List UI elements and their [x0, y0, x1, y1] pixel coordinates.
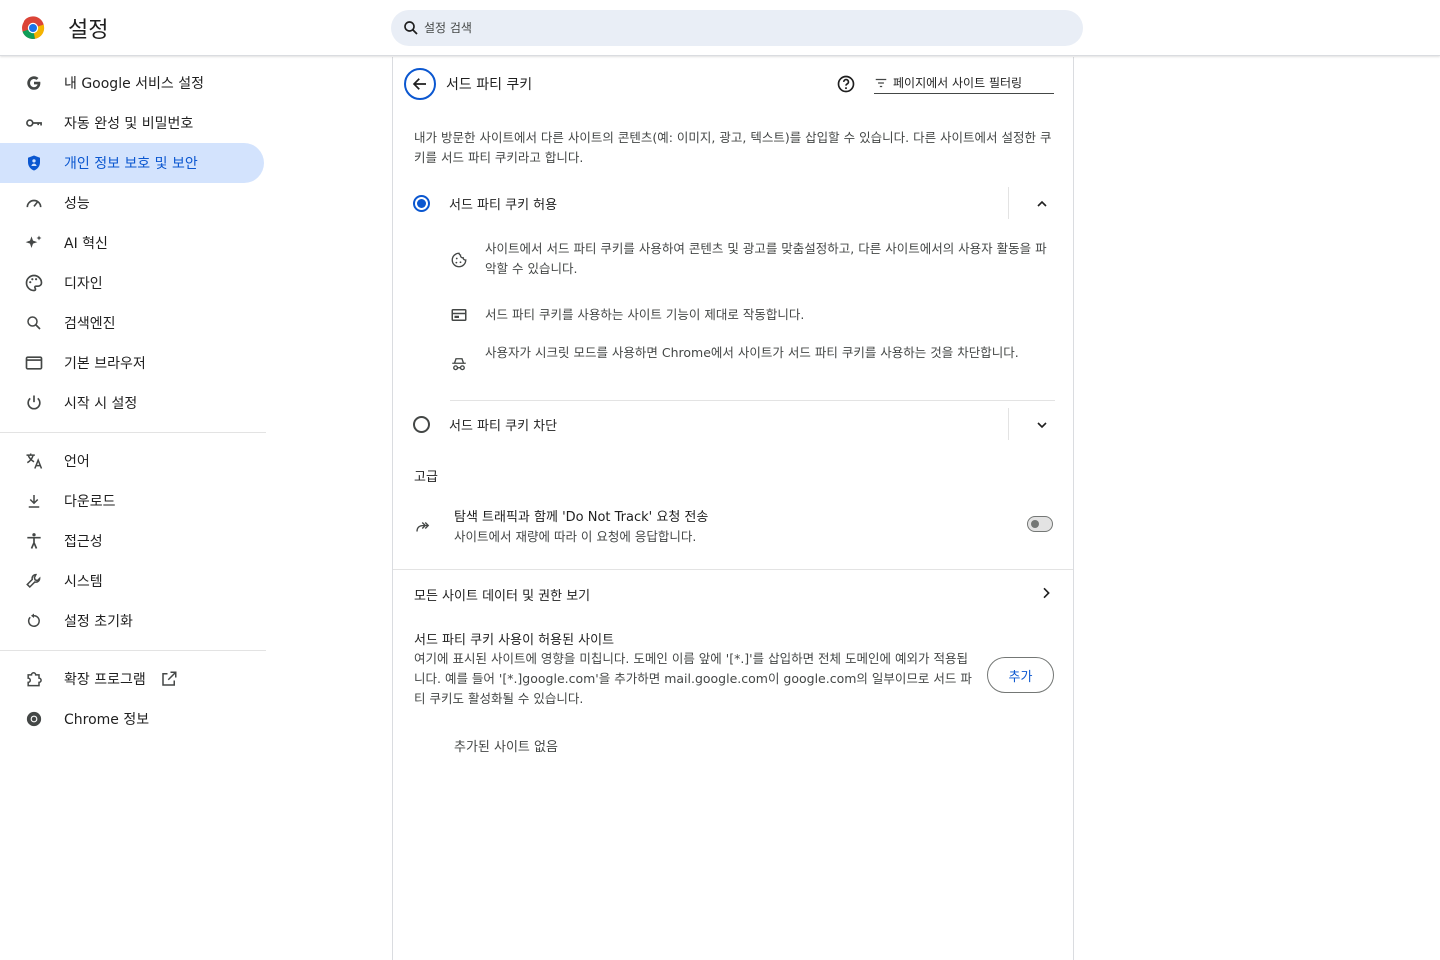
detail-text: 서드 파티 쿠키를 사용하는 사이트 기능이 제대로 작동합니다.	[485, 307, 805, 322]
sidebar-item-label: 검색엔진	[64, 316, 116, 332]
radio-block[interactable]	[413, 415, 430, 433]
detail-text: 사용자가 시크릿 모드를 사용하면 Chrome에서 사이트가 서드 파티 쿠키…	[485, 345, 1019, 360]
radio-allow[interactable]	[413, 194, 430, 212]
sidebar-item-label: 언어	[64, 454, 90, 470]
page-description: 내가 방문한 사이트에서 다른 사이트의 콘텐츠(예: 이미지, 광고, 텍스트…	[414, 130, 1052, 165]
arrow-back-icon	[412, 78, 426, 90]
download-icon	[24, 491, 44, 511]
web-layout-icon	[451, 309, 467, 321]
sidebar-item-label: 개인 정보 보호 및 보안	[64, 156, 198, 172]
detail-text: 사이트에서 서드 파티 쿠키를 사용하여 콘텐츠 및 광고를 맞춤설정하고, 다…	[485, 241, 1047, 276]
sidebar-divider	[0, 650, 266, 651]
sidebar-item-label: 접근성	[64, 534, 103, 550]
divider	[1008, 187, 1009, 219]
sidebar-item-label: 내 Google 서비스 설정	[64, 76, 204, 92]
sidebar-item-label: 다운로드	[64, 494, 116, 510]
sidebar-item-label: 기본 브라우저	[64, 356, 146, 372]
allowed-sites-description: 여기에 표시된 사이트에 영향을 미칩니다. 도메인 이름 앞에 '[*.]'를…	[414, 651, 972, 706]
add-site-button[interactable]: 추가	[987, 657, 1054, 693]
sidebar-item-autofill[interactable]: 자동 완성 및 비밀번호	[0, 103, 264, 143]
puzzle-icon	[24, 669, 44, 689]
allow-detail-3: 사용자가 시크릿 모드를 사용하면 Chrome에서 사이트가 서드 파티 쿠키…	[450, 343, 1055, 373]
sidebar-item-label: Chrome 정보	[64, 712, 150, 728]
do-not-track-subtitle: 사이트에서 재량에 따라 이 요청에 응답합니다.	[454, 529, 697, 544]
filter-placeholder: 페이지에서 사이트 필터링	[893, 76, 1023, 90]
chevron-down-icon[interactable]	[1034, 417, 1050, 433]
sidebar-item-label: 자동 완성 및 비밀번호	[64, 116, 194, 132]
app-title: 설정	[68, 18, 109, 43]
no-sites-message: 추가된 사이트 없음	[454, 740, 558, 755]
incognito-icon	[452, 358, 466, 371]
palette-icon	[24, 273, 44, 293]
sidebar-item-extensions[interactable]: 확장 프로그램	[0, 659, 264, 699]
sidebar-item-label: 확장 프로그램	[64, 672, 146, 688]
sparkle-icon	[24, 233, 44, 253]
sidebar-item-ai[interactable]: AI 혁신	[0, 223, 264, 263]
key-icon	[24, 113, 44, 133]
sidebar-item-reset[interactable]: 설정 초기화	[0, 601, 264, 641]
browser-window-icon	[24, 353, 44, 373]
reset-icon	[24, 611, 44, 631]
option-block-row[interactable]: 서드 파티 쿠키 차단	[413, 412, 1055, 436]
sidebar-item-label: AI 혁신	[64, 236, 108, 252]
sidebar-divider	[0, 432, 266, 433]
all-sites-data-link[interactable]: 모든 사이트 데이터 및 권한 보기	[414, 585, 590, 604]
sidebar-item-appearance[interactable]: 디자인	[0, 263, 264, 303]
filter-icon	[875, 78, 887, 87]
sidebar-item-default-browser[interactable]: 기본 브라우저	[0, 343, 264, 383]
sidebar-item-label: 시작 시 설정	[64, 396, 138, 412]
cookie-icon	[451, 252, 467, 268]
sidebar-item-label: 성능	[64, 196, 90, 212]
option-allow-row[interactable]: 서드 파티 쿠키 허용	[413, 191, 1055, 215]
google-g-icon	[24, 73, 44, 93]
speedometer-icon	[24, 193, 44, 213]
chevron-up-icon[interactable]	[1034, 196, 1050, 212]
do-not-track-title: 탐색 트래픽과 함께 'Do Not Track' 요청 전송	[454, 510, 709, 525]
sidebar-item-privacy[interactable]: 개인 정보 보호 및 보안	[0, 143, 264, 183]
search-icon	[24, 313, 44, 333]
help-icon[interactable]	[836, 74, 856, 94]
sidebar-item-downloads[interactable]: 다운로드	[0, 481, 264, 521]
sidebar-item-on-startup[interactable]: 시작 시 설정	[0, 383, 264, 423]
wrench-icon	[24, 571, 44, 591]
option-block-label: 서드 파티 쿠키 차단	[449, 418, 558, 434]
sidebar-item-accessibility[interactable]: 접근성	[0, 521, 264, 561]
page-title: 서드 파티 쿠키	[446, 77, 533, 93]
power-icon	[24, 393, 44, 413]
allowed-sites-title: 서드 파티 쿠키 사용이 허용된 사이트	[414, 633, 615, 648]
divider	[450, 400, 1055, 401]
allow-detail-2: 서드 파티 쿠키를 사용하는 사이트 기능이 제대로 작동합니다.	[450, 305, 1055, 325]
sidebar-item-label: 디자인	[64, 276, 103, 292]
search-input[interactable]	[424, 21, 1024, 35]
allow-detail-1: 사이트에서 서드 파티 쿠키를 사용하여 콘텐츠 및 광고를 맞춤설정하고, 다…	[450, 239, 1055, 279]
back-button[interactable]	[404, 68, 436, 100]
forward-arrows-icon	[416, 522, 430, 532]
sidebar-item-languages[interactable]: 언어	[0, 441, 264, 481]
search-icon	[404, 21, 418, 35]
shield-icon	[24, 153, 44, 173]
sidebar-item-about-chrome[interactable]: Chrome 정보	[0, 699, 264, 739]
third-party-cookies-panel: 서드 파티 쿠키 페이지에서 사이트 필터링 내가 방문한 사이트에서 다른 사…	[392, 57, 1074, 960]
chrome-icon	[24, 709, 44, 729]
divider	[1008, 408, 1009, 440]
sidebar-item-performance[interactable]: 성능	[0, 183, 264, 223]
sidebar-item-google-services[interactable]: 내 Google 서비스 설정	[0, 63, 264, 103]
top-bar: 설정	[0, 0, 1440, 56]
chrome-logo-icon	[22, 16, 45, 39]
accessibility-icon	[24, 531, 44, 551]
divider	[393, 569, 1073, 570]
option-allow-label: 서드 파티 쿠키 허용	[449, 197, 558, 213]
advanced-section-label: 고급	[414, 470, 438, 485]
external-link-icon	[161, 671, 177, 686]
settings-search[interactable]	[391, 10, 1083, 46]
sidebar: 내 Google 서비스 설정 자동 완성 및 비밀번호 개인 정보 보호 및 …	[0, 57, 266, 739]
sidebar-item-label: 설정 초기화	[64, 614, 133, 630]
do-not-track-toggle[interactable]	[1027, 516, 1053, 532]
translate-icon	[24, 451, 44, 471]
sidebar-item-system[interactable]: 시스템	[0, 561, 264, 601]
chevron-right-icon[interactable]	[1038, 585, 1054, 601]
site-filter-input[interactable]: 페이지에서 사이트 필터링	[874, 72, 1054, 94]
sidebar-item-label: 시스템	[64, 574, 103, 590]
sidebar-item-search-engine[interactable]: 검색엔진	[0, 303, 264, 343]
